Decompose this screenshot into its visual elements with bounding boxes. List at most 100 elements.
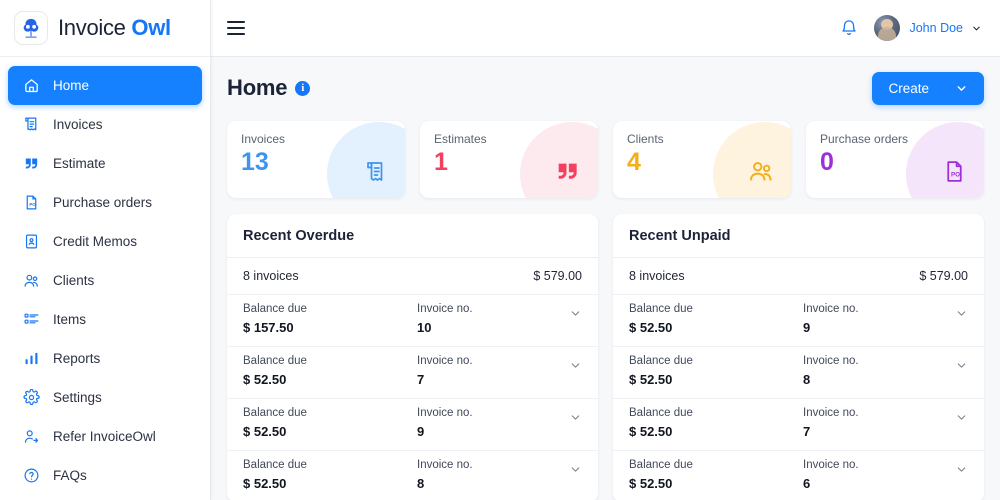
table-row[interactable]: Balance due $ 52.50 Invoice no. 6 <box>613 450 984 500</box>
table-row[interactable]: Balance due $ 52.50 Invoice no. 7 <box>227 346 598 398</box>
sidebar-item-label: Purchase orders <box>53 195 153 210</box>
sidebar-item-faqs[interactable]: FAQs <box>8 456 202 495</box>
invoice-no-label: Invoice no. <box>803 355 859 367</box>
sidebar-item-invoices[interactable]: Invoices <box>8 105 202 144</box>
panels: Recent Overdue 8 invoices $ 579.00 Balan… <box>227 214 984 500</box>
invoice-no-value: 6 <box>803 476 811 491</box>
stat-label: Purchase orders <box>820 132 909 146</box>
main-area: John Doe Home i Create Invoices 13 Estim… <box>211 0 1000 500</box>
panel-total: $ 579.00 <box>919 269 968 283</box>
gear-icon <box>22 389 40 407</box>
svg-text:PO: PO <box>951 172 960 179</box>
clients-icon <box>748 158 774 184</box>
create-button-label: Create <box>888 80 929 96</box>
balance-cell: Balance due $ 52.50 <box>629 355 803 387</box>
stat-label: Clients <box>627 132 664 146</box>
panel-recent-unpaid: Recent Unpaid 8 invoices $ 579.00 Balanc… <box>613 214 984 500</box>
chevron-down-icon[interactable] <box>569 407 582 424</box>
sidebar: Invoice Owl Home Invoices Estimate PO Pu… <box>0 0 211 500</box>
balance-value: $ 157.50 <box>243 320 294 335</box>
chevron-down-icon[interactable] <box>955 407 968 424</box>
svg-text:PO: PO <box>29 202 36 207</box>
sidebar-item-clients[interactable]: Clients <box>8 261 202 300</box>
balance-label: Balance due <box>243 407 307 419</box>
invoice-no-value: 10 <box>417 320 432 335</box>
balance-label: Balance due <box>629 407 693 419</box>
app-root: Invoice Owl Home Invoices Estimate PO Pu… <box>0 0 1000 500</box>
balance-label: Balance due <box>243 303 307 315</box>
info-icon[interactable]: i <box>295 80 311 96</box>
sidebar-item-settings[interactable]: Settings <box>8 378 202 417</box>
invoice-icon <box>364 160 388 184</box>
balance-label: Balance due <box>243 459 307 471</box>
invoice-no-value: 7 <box>803 424 811 439</box>
credit-memo-icon <box>22 233 40 251</box>
balance-cell: Balance due $ 157.50 <box>243 303 417 335</box>
table-row[interactable]: Balance due $ 52.50 Invoice no. 9 <box>613 294 984 346</box>
invoice-no-label: Invoice no. <box>803 407 859 419</box>
brand-name-bold: Owl <box>131 15 171 40</box>
invoice-no-label: Invoice no. <box>417 303 473 315</box>
user-menu[interactable]: John Doe <box>874 15 982 41</box>
brand-logo[interactable]: Invoice Owl <box>0 0 210 57</box>
balance-cell: Balance due $ 52.50 <box>629 459 803 491</box>
table-row[interactable]: Balance due $ 157.50 Invoice no. 10 <box>227 294 598 346</box>
table-row[interactable]: Balance due $ 52.50 Invoice no. 8 <box>227 450 598 500</box>
stat-cards: Invoices 13 Estimates 1 Clients 4 Purcha… <box>227 121 984 198</box>
invoice-no-cell: Invoice no. 9 <box>803 303 955 335</box>
refer-user-icon <box>22 428 40 446</box>
invoice-no-label: Invoice no. <box>417 407 473 419</box>
reports-icon <box>22 350 40 368</box>
chevron-down-icon[interactable] <box>955 355 968 372</box>
table-row[interactable]: Balance due $ 52.50 Invoice no. 9 <box>227 398 598 450</box>
bell-icon[interactable] <box>840 19 858 37</box>
chevron-down-icon[interactable] <box>569 355 582 372</box>
invoice-no-cell: Invoice no. 7 <box>417 355 569 387</box>
sidebar-item-estimate[interactable]: Estimate <box>8 144 202 183</box>
sidebar-item-label: Items <box>53 312 87 327</box>
panel-recent-overdue: Recent Overdue 8 invoices $ 579.00 Balan… <box>227 214 598 500</box>
sidebar-item-label: Credit Memos <box>53 234 138 249</box>
sidebar-item-label: Reports <box>53 351 101 366</box>
sidebar-item-purchase-orders[interactable]: PO Purchase orders <box>8 183 202 222</box>
table-row[interactable]: Balance due $ 52.50 Invoice no. 8 <box>613 346 984 398</box>
stat-card-clients[interactable]: Clients 4 <box>613 121 791 198</box>
invoice-no-label: Invoice no. <box>803 459 859 471</box>
panel-total: $ 579.00 <box>533 269 582 283</box>
invoice-no-cell: Invoice no. 8 <box>803 355 955 387</box>
balance-cell: Balance due $ 52.50 <box>629 303 803 335</box>
invoice-no-value: 8 <box>417 476 425 491</box>
purchase-order-icon: PO <box>942 159 967 184</box>
chevron-down-icon[interactable] <box>955 459 968 476</box>
chevron-down-icon[interactable] <box>569 459 582 476</box>
page-header: Home i Create <box>227 57 984 119</box>
balance-value: $ 52.50 <box>629 372 673 387</box>
sidebar-nav: Home Invoices Estimate PO Purchase order… <box>0 57 210 500</box>
chevron-down-icon <box>971 23 982 34</box>
stat-card-purchase-orders[interactable]: Purchase orders 0 PO <box>806 121 984 198</box>
sidebar-item-refer-invoiceowl[interactable]: Refer InvoiceOwl <box>8 417 202 456</box>
sidebar-item-label: Home <box>53 78 90 93</box>
panel-title: Recent Unpaid <box>613 214 984 258</box>
hamburger-icon[interactable] <box>227 21 245 35</box>
invoice-no-cell: Invoice no. 7 <box>803 407 955 439</box>
table-row[interactable]: Balance due $ 52.50 Invoice no. 7 <box>613 398 984 450</box>
avatar <box>874 15 901 41</box>
stat-card-estimates[interactable]: Estimates 1 <box>420 121 598 198</box>
invoice-no-value: 9 <box>417 424 425 439</box>
panel-title: Recent Overdue <box>227 214 598 258</box>
stat-card-invoices[interactable]: Invoices 13 <box>227 121 405 198</box>
balance-label: Balance due <box>243 355 307 367</box>
balance-cell: Balance due $ 52.50 <box>629 407 803 439</box>
chevron-down-icon[interactable] <box>569 303 582 320</box>
invoice-no-value: 9 <box>803 320 811 335</box>
chevron-down-icon[interactable] <box>955 303 968 320</box>
balance-cell: Balance due $ 52.50 <box>243 459 417 491</box>
create-button[interactable]: Create <box>872 71 984 105</box>
stat-label: Invoices <box>241 132 286 146</box>
sidebar-item-reports[interactable]: Reports <box>8 339 202 378</box>
sidebar-item-label: Settings <box>53 390 102 405</box>
sidebar-item-home[interactable]: Home <box>8 66 202 105</box>
sidebar-item-credit-memos[interactable]: Credit Memos <box>8 222 202 261</box>
sidebar-item-items[interactable]: Items <box>8 300 202 339</box>
